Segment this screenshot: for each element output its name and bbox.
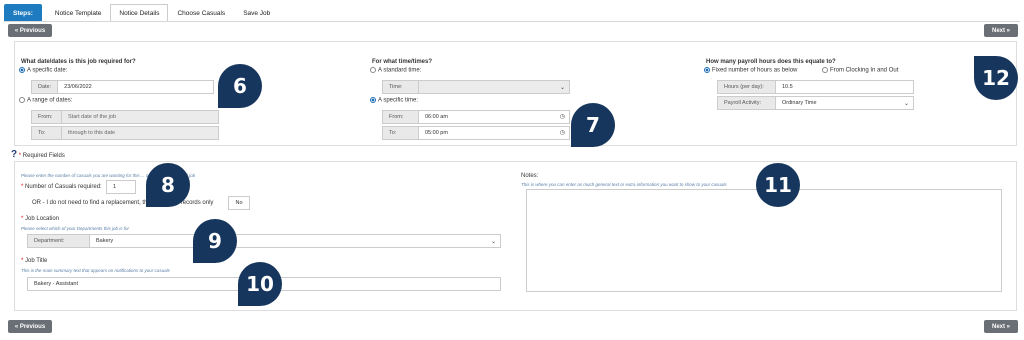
department-select[interactable]: Department: Bakery ⌄	[27, 234, 501, 248]
time-to-field[interactable]: To: 05:00 pm ◷	[382, 126, 570, 140]
job-location-label: * Job Location	[21, 216, 60, 222]
chevron-down-icon: ⌄	[490, 239, 496, 245]
tab-divider	[4, 21, 1020, 22]
job-title-label: * Job Title	[21, 258, 48, 264]
time-from-field[interactable]: From: 06:00 am ◷	[382, 110, 570, 124]
callout-marker-9: 9	[193, 219, 237, 263]
steps-tabs: Steps: Notice Template Notice Details Ch…	[4, 4, 279, 22]
standard-time-select[interactable]: Time: ⌄	[382, 80, 570, 94]
time-section-title: For what time/times?	[372, 59, 433, 65]
chevron-down-icon: ⌄	[903, 101, 909, 107]
radio-selected-icon	[19, 67, 25, 73]
help-icon[interactable]: ?	[11, 149, 17, 160]
radio-selected-icon	[704, 67, 710, 73]
notes-textarea[interactable]	[526, 189, 1002, 292]
tab-save-job[interactable]: Save Job	[234, 4, 279, 22]
callout-marker-10: 10	[238, 262, 282, 306]
callout-marker-8: 8	[146, 163, 190, 207]
range-dates-radio[interactable]: A range of dates:	[19, 97, 72, 104]
required-fields-note: ? * Required Fields	[11, 149, 65, 160]
hours-per-day-field[interactable]: Hours (per day): 10.5	[717, 80, 914, 94]
next-button-top[interactable]: Next »	[984, 24, 1018, 37]
date-field[interactable]: Date: 23/06/2022	[31, 80, 214, 94]
clocking-radio[interactable]: From Clocking In and Out	[822, 67, 898, 74]
radio-unselected-icon	[822, 67, 828, 73]
date-section-title: What date/dates is this job required for…	[21, 59, 136, 65]
steps-label: Steps:	[4, 4, 42, 22]
clock-icon[interactable]: ◷	[560, 113, 565, 120]
job-title-hint: This is the main summary text that appea…	[21, 268, 170, 273]
job-location-hint: Please select which of your Departments …	[21, 226, 130, 231]
tab-choose-casuals[interactable]: Choose Casuals	[168, 4, 234, 22]
chevron-down-icon: ⌄	[559, 85, 565, 91]
previous-button-top[interactable]: « Previous	[8, 24, 52, 37]
casuals-count-input[interactable]: 1	[106, 180, 136, 194]
double-chevron-right-icon: »	[1005, 323, 1011, 330]
radio-unselected-icon	[370, 67, 376, 73]
payroll-section-title: How many payroll hours does this equate …	[706, 59, 836, 65]
callout-marker-12: 12	[974, 56, 1018, 100]
specific-date-radio[interactable]: A specific date:	[19, 67, 67, 74]
next-button-bottom[interactable]: Next »	[984, 320, 1018, 333]
notes-hint: This is where you can enter as much gene…	[521, 182, 727, 187]
range-to-field[interactable]: To: through to this date	[31, 126, 219, 140]
callout-marker-7: 7	[571, 103, 615, 147]
payroll-activity-select[interactable]: Payroll Activity: Ordinary Time ⌄	[717, 96, 914, 110]
standard-time-radio[interactable]: A standard time:	[370, 67, 421, 74]
callout-marker-11: 11	[756, 163, 800, 207]
previous-button-bottom[interactable]: « Previous	[8, 320, 52, 333]
fixed-hours-radio[interactable]: Fixed number of hours as below	[704, 67, 797, 74]
radio-unselected-icon	[19, 97, 25, 103]
no-replacement-toggle[interactable]: No	[228, 196, 250, 210]
casuals-label: * Number of Casuals required:	[21, 184, 102, 190]
no-replacement-text: OR - I do not need to find a replacement…	[32, 200, 214, 206]
range-from-field[interactable]: From: Start date of the job	[31, 110, 219, 124]
tab-notice-template[interactable]: Notice Template	[46, 4, 111, 22]
radio-selected-icon	[370, 97, 376, 103]
notes-label: Notes:	[521, 173, 539, 179]
callout-marker-6: 6	[218, 64, 262, 108]
clock-icon[interactable]: ◷	[560, 129, 565, 136]
specific-time-radio[interactable]: A specific time:	[370, 97, 418, 104]
tab-notice-details[interactable]: Notice Details	[110, 4, 169, 22]
double-chevron-right-icon: »	[1005, 27, 1011, 34]
